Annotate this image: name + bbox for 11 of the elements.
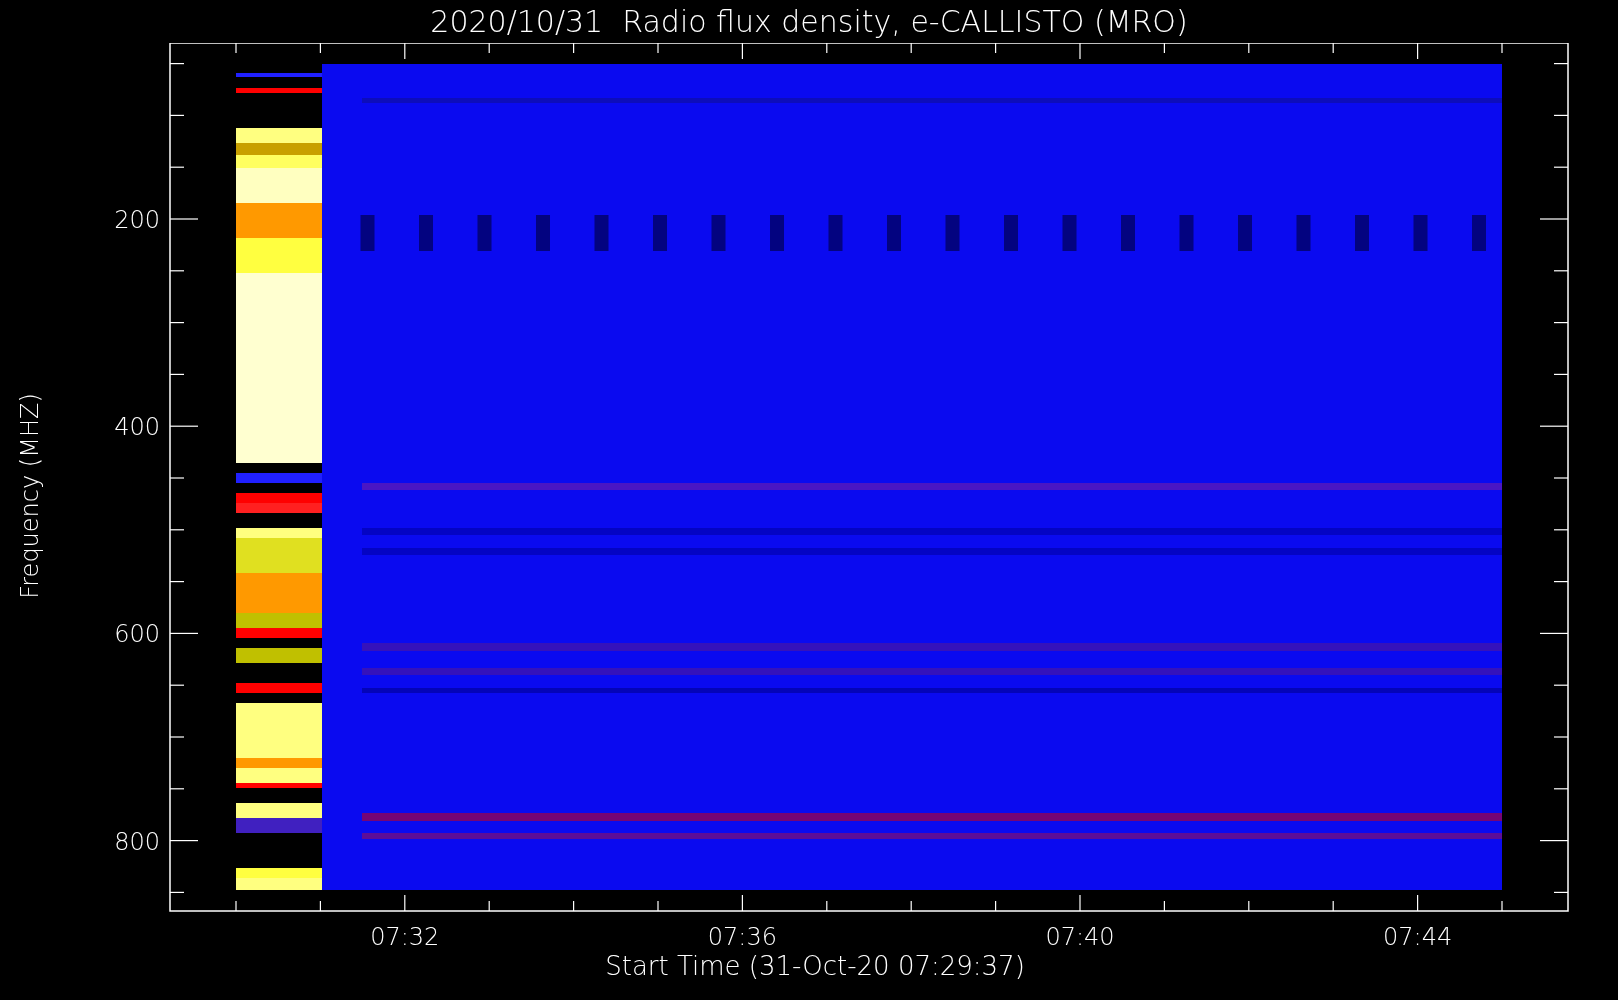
y-axis-label: Frequency (MHZ) (15, 392, 45, 599)
x-tick-label: 07:36 (707, 923, 777, 948)
y-tick-label: 400 (114, 413, 160, 442)
x-tick-label: 07:32 (370, 923, 440, 948)
x-tick-label: 07:44 (1383, 923, 1453, 948)
y-tick-label: 200 (114, 206, 160, 234)
chart-title: 2020/10/31 Radio flux density, e-CALLISTO (MRO) (430, 6, 1188, 37)
x-tick-label: 07:40 (1045, 923, 1115, 948)
x-axis-label: Start Time (31-Oct-20 07:29:37) (605, 952, 1025, 979)
y-tick-label: 800 (114, 827, 160, 856)
y-tick-label: 600 (114, 620, 160, 649)
